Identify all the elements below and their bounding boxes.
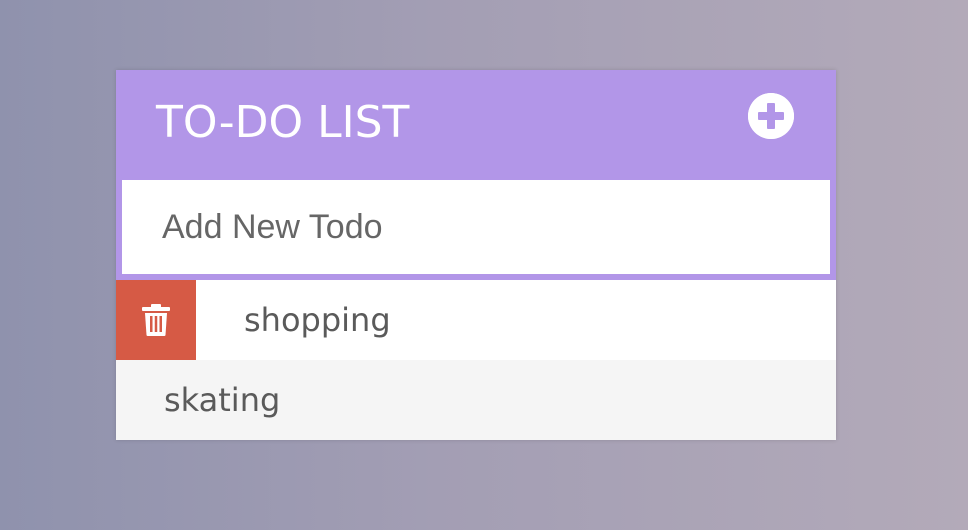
new-todo-input-wrapper (116, 180, 836, 280)
todo-list: shopping skating (116, 280, 836, 440)
page-title: TO-DO LIST (156, 97, 410, 148)
todo-card: TO-DO LIST shopping (116, 70, 836, 440)
trash-icon (142, 304, 170, 336)
todo-item-skating[interactable]: skating (116, 360, 836, 440)
todo-item-shopping[interactable]: shopping (116, 280, 836, 360)
todo-text: shopping (244, 301, 391, 339)
delete-todo-button[interactable] (116, 280, 196, 360)
plus-circle-icon (748, 93, 794, 139)
todo-header: TO-DO LIST (116, 70, 836, 180)
todo-text: skating (164, 381, 281, 419)
add-todo-button[interactable] (748, 93, 794, 139)
new-todo-input[interactable] (122, 180, 830, 274)
